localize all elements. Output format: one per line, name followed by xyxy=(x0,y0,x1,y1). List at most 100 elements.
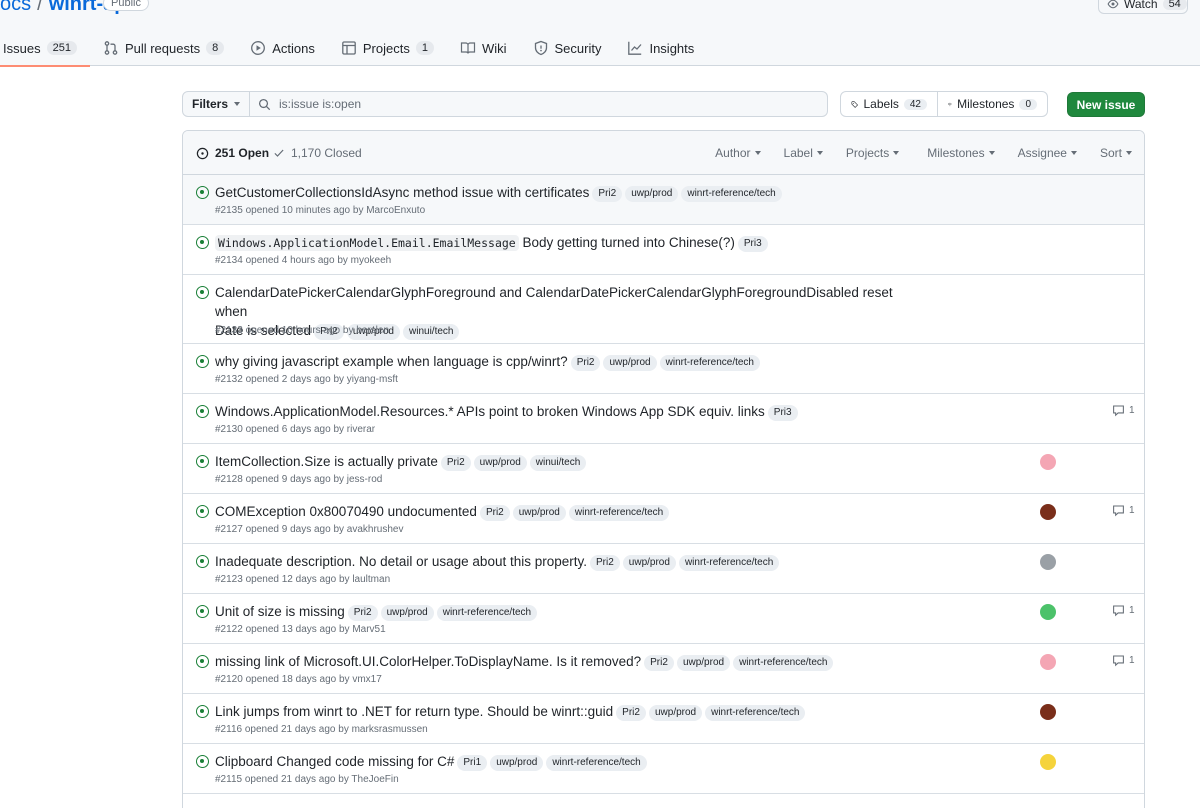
tab-security[interactable]: Security xyxy=(520,30,615,66)
assignee-menu[interactable]: Assignee xyxy=(1018,146,1077,160)
assignee-avatar[interactable] xyxy=(1040,604,1056,620)
tab-wiki[interactable]: Wiki xyxy=(447,30,520,66)
assignee-avatar[interactable] xyxy=(1040,504,1056,520)
milestones-menu[interactable]: Milestones xyxy=(927,146,995,160)
comments-link[interactable]: 1 xyxy=(1112,604,1135,617)
issue-label[interactable]: Pri2 xyxy=(616,705,646,721)
projects-menu[interactable]: Projects xyxy=(846,146,900,160)
open-issues-link[interactable]: 251 Open xyxy=(196,146,269,160)
issue-open-icon xyxy=(196,455,209,468)
issue-label[interactable]: uwp/prod xyxy=(512,505,566,521)
issue-label[interactable]: Pri2 xyxy=(440,455,471,471)
visibility-badge: Public xyxy=(103,0,149,11)
issue-row[interactable]: Link jumps from winrt to .NET for return… xyxy=(183,694,1144,744)
issue-title-link[interactable]: missing link of Microsoft.UI.ColorHelper… xyxy=(215,654,641,669)
assignee-avatar[interactable] xyxy=(1040,704,1056,720)
comments-link[interactable]: 1 xyxy=(1112,404,1135,417)
issue-label[interactable]: Pri3 xyxy=(767,405,798,421)
issue-title-link[interactable]: ItemCollection.Size is actually private xyxy=(215,454,438,469)
issue-row[interactable]: Clipboard Changed code missing for C# Pri… xyxy=(183,744,1144,794)
assignee-avatar[interactable] xyxy=(1040,554,1056,570)
issue-row[interactable]: Windows.ApplicationModel.Email.EmailMess… xyxy=(183,225,1144,275)
issue-label[interactable]: Pri2 xyxy=(590,555,620,571)
issue-row[interactable]: COMException 0x80070490 undocumented Pri2… xyxy=(183,494,1144,544)
issue-title-link[interactable]: COMException 0x80070490 undocumented xyxy=(215,504,477,519)
labels-button[interactable]: Labels 42 xyxy=(840,91,938,117)
sort-menu[interactable]: Sort xyxy=(1100,146,1132,160)
issue-title-link[interactable]: Clipboard Changed code missing for C# xyxy=(215,754,454,769)
issue-title-code[interactable]: Windows.ApplicationModel.Email.EmailMess… xyxy=(215,235,519,251)
issue-label[interactable]: uwp/prod xyxy=(648,705,703,721)
repo-owner-link[interactable]: ocs xyxy=(0,0,31,15)
issue-label[interactable]: winrt-reference/tech xyxy=(733,655,834,671)
issue-row[interactable]: why giving javascript example when langu… xyxy=(183,344,1144,394)
comments-link[interactable]: 1 xyxy=(1112,504,1135,517)
issue-label[interactable]: uwp/prod xyxy=(622,555,676,571)
issue-title-link[interactable]: Body getting turned into Chinese(?) xyxy=(522,235,734,250)
repo-nav: Issues 251 Pull requests 8 Actions Proje… xyxy=(0,30,707,67)
issue-label[interactable]: uwp/prod xyxy=(380,605,434,621)
issue-label[interactable]: winrt-reference/tech xyxy=(705,705,806,721)
issue-label[interactable]: uwp/prod xyxy=(625,186,679,202)
issue-title-link[interactable]: Inadequate description. No detail or usa… xyxy=(215,554,587,569)
author-menu[interactable]: Author xyxy=(715,146,761,160)
issue-title: missing link of Microsoft.UI.ColorHelper… xyxy=(215,652,915,671)
issue-label[interactable]: uwp/prod xyxy=(603,355,657,371)
issue-label[interactable]: winrt-reference/tech xyxy=(659,355,760,371)
issue-label[interactable]: Pri2 xyxy=(479,505,510,521)
search-input[interactable] xyxy=(279,97,779,111)
issue-row[interactable]: ItemCollection.Size is actually private P… xyxy=(183,444,1144,494)
issue-open-icon xyxy=(196,286,209,299)
issue-label[interactable]: uwp/prod xyxy=(473,455,527,471)
issue-label[interactable]: uwp/prod xyxy=(676,655,731,671)
issue-row[interactable]: Inadequate description. No detail or usa… xyxy=(183,544,1144,594)
tab-pull-requests[interactable]: Pull requests 8 xyxy=(90,30,237,66)
tab-issues[interactable]: Issues 251 xyxy=(0,30,90,67)
filters-button[interactable]: Filters xyxy=(182,91,250,117)
issue-row[interactable]: GetCustomerCollectionsIdAsync method iss… xyxy=(183,175,1144,225)
issue-label[interactable]: winui/tech xyxy=(529,455,587,471)
issue-row[interactable]: Unit of size is missing Pri2 uwp/prod winrt… xyxy=(183,594,1144,644)
issue-label[interactable]: Pri2 xyxy=(644,655,674,671)
issue-title-link[interactable]: Unit of size is missing xyxy=(215,604,345,619)
watch-button[interactable]: Watch 54 xyxy=(1098,0,1188,14)
issue-label[interactable]: Pri2 xyxy=(570,355,601,371)
issue-title-link[interactable]: why giving javascript example when langu… xyxy=(215,354,568,369)
closed-issues-link[interactable]: 1,170 Closed xyxy=(273,146,362,160)
issue-label[interactable]: Pri3 xyxy=(737,236,768,252)
milestones-button[interactable]: Milestones 0 xyxy=(938,91,1048,117)
issue-label[interactable]: Pri1 xyxy=(457,755,488,771)
issue-title-link[interactable]: CalendarDatePickerCalendarGlyphForegroun… xyxy=(215,285,893,319)
assignee-avatar[interactable] xyxy=(1040,454,1056,470)
comments-link[interactable]: 1 xyxy=(1112,654,1135,667)
tab-insights[interactable]: Insights xyxy=(614,30,707,66)
tab-projects[interactable]: Projects 1 xyxy=(328,30,447,66)
tab-actions[interactable]: Actions xyxy=(237,30,328,66)
issue-label[interactable]: winrt-reference/tech xyxy=(436,605,538,621)
issue-title-link[interactable]: GetCustomerCollectionsIdAsync method iss… xyxy=(215,185,589,200)
new-issue-button[interactable]: New issue xyxy=(1067,92,1145,117)
issue-meta: #2127 opened 9 days ago by avakhrushev xyxy=(215,524,404,535)
issue-row[interactable]: Windows.ApplicationModel.Resources.* API… xyxy=(183,394,1144,444)
filter-menus: Author Label Projects Milestones Assigne… xyxy=(715,146,1132,160)
issue-title-link[interactable]: Link jumps from winrt to .NET for return… xyxy=(215,704,613,719)
issue-label[interactable]: uwp/prod xyxy=(490,755,544,771)
issue-open-icon xyxy=(196,655,209,668)
issue-label[interactable]: winrt-reference/tech xyxy=(546,755,647,771)
open-issues-count: 251 Open xyxy=(215,146,270,160)
search-box[interactable] xyxy=(250,91,828,117)
shield-icon xyxy=(534,40,547,56)
label-menu[interactable]: Label xyxy=(784,146,823,160)
issue-label[interactable]: Pri2 xyxy=(347,605,378,621)
issue-label[interactable]: winrt-reference/tech xyxy=(678,555,780,571)
issue-title-link[interactable]: Windows.ApplicationModel.Resources.* API… xyxy=(215,404,765,419)
assignee-avatar[interactable] xyxy=(1040,754,1056,770)
issue-label[interactable]: winui/tech xyxy=(403,324,460,340)
issue-label[interactable]: winrt-reference/tech xyxy=(681,186,782,202)
issue-label[interactable]: winrt-reference/tech xyxy=(568,505,670,521)
repo-separator: / xyxy=(37,0,43,15)
issue-label[interactable]: Pri2 xyxy=(592,186,623,202)
assignee-avatar[interactable] xyxy=(1040,654,1056,670)
issue-row[interactable]: CalendarDatePickerCalendarGlyphForegroun… xyxy=(183,275,1144,344)
issue-row[interactable]: missing link of Microsoft.UI.ColorHelper… xyxy=(183,644,1144,694)
